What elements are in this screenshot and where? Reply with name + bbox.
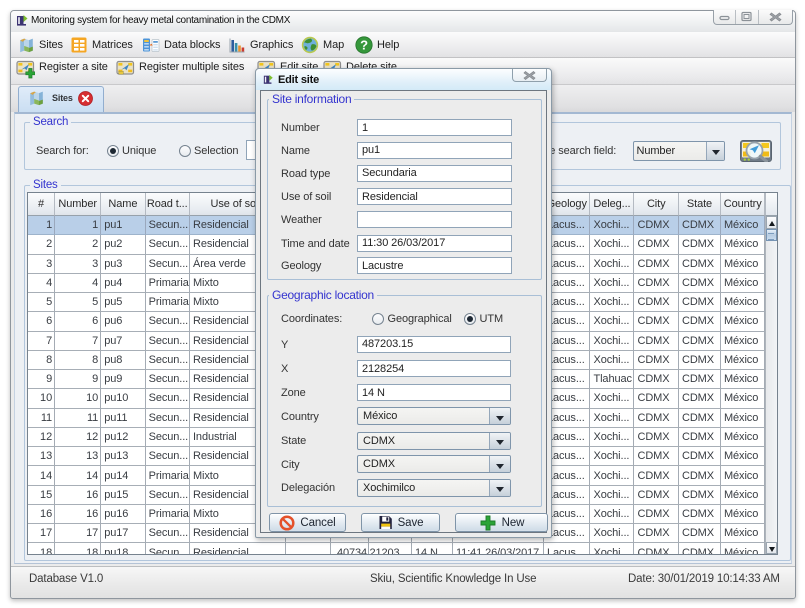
svg-text:?: ? — [360, 38, 368, 53]
